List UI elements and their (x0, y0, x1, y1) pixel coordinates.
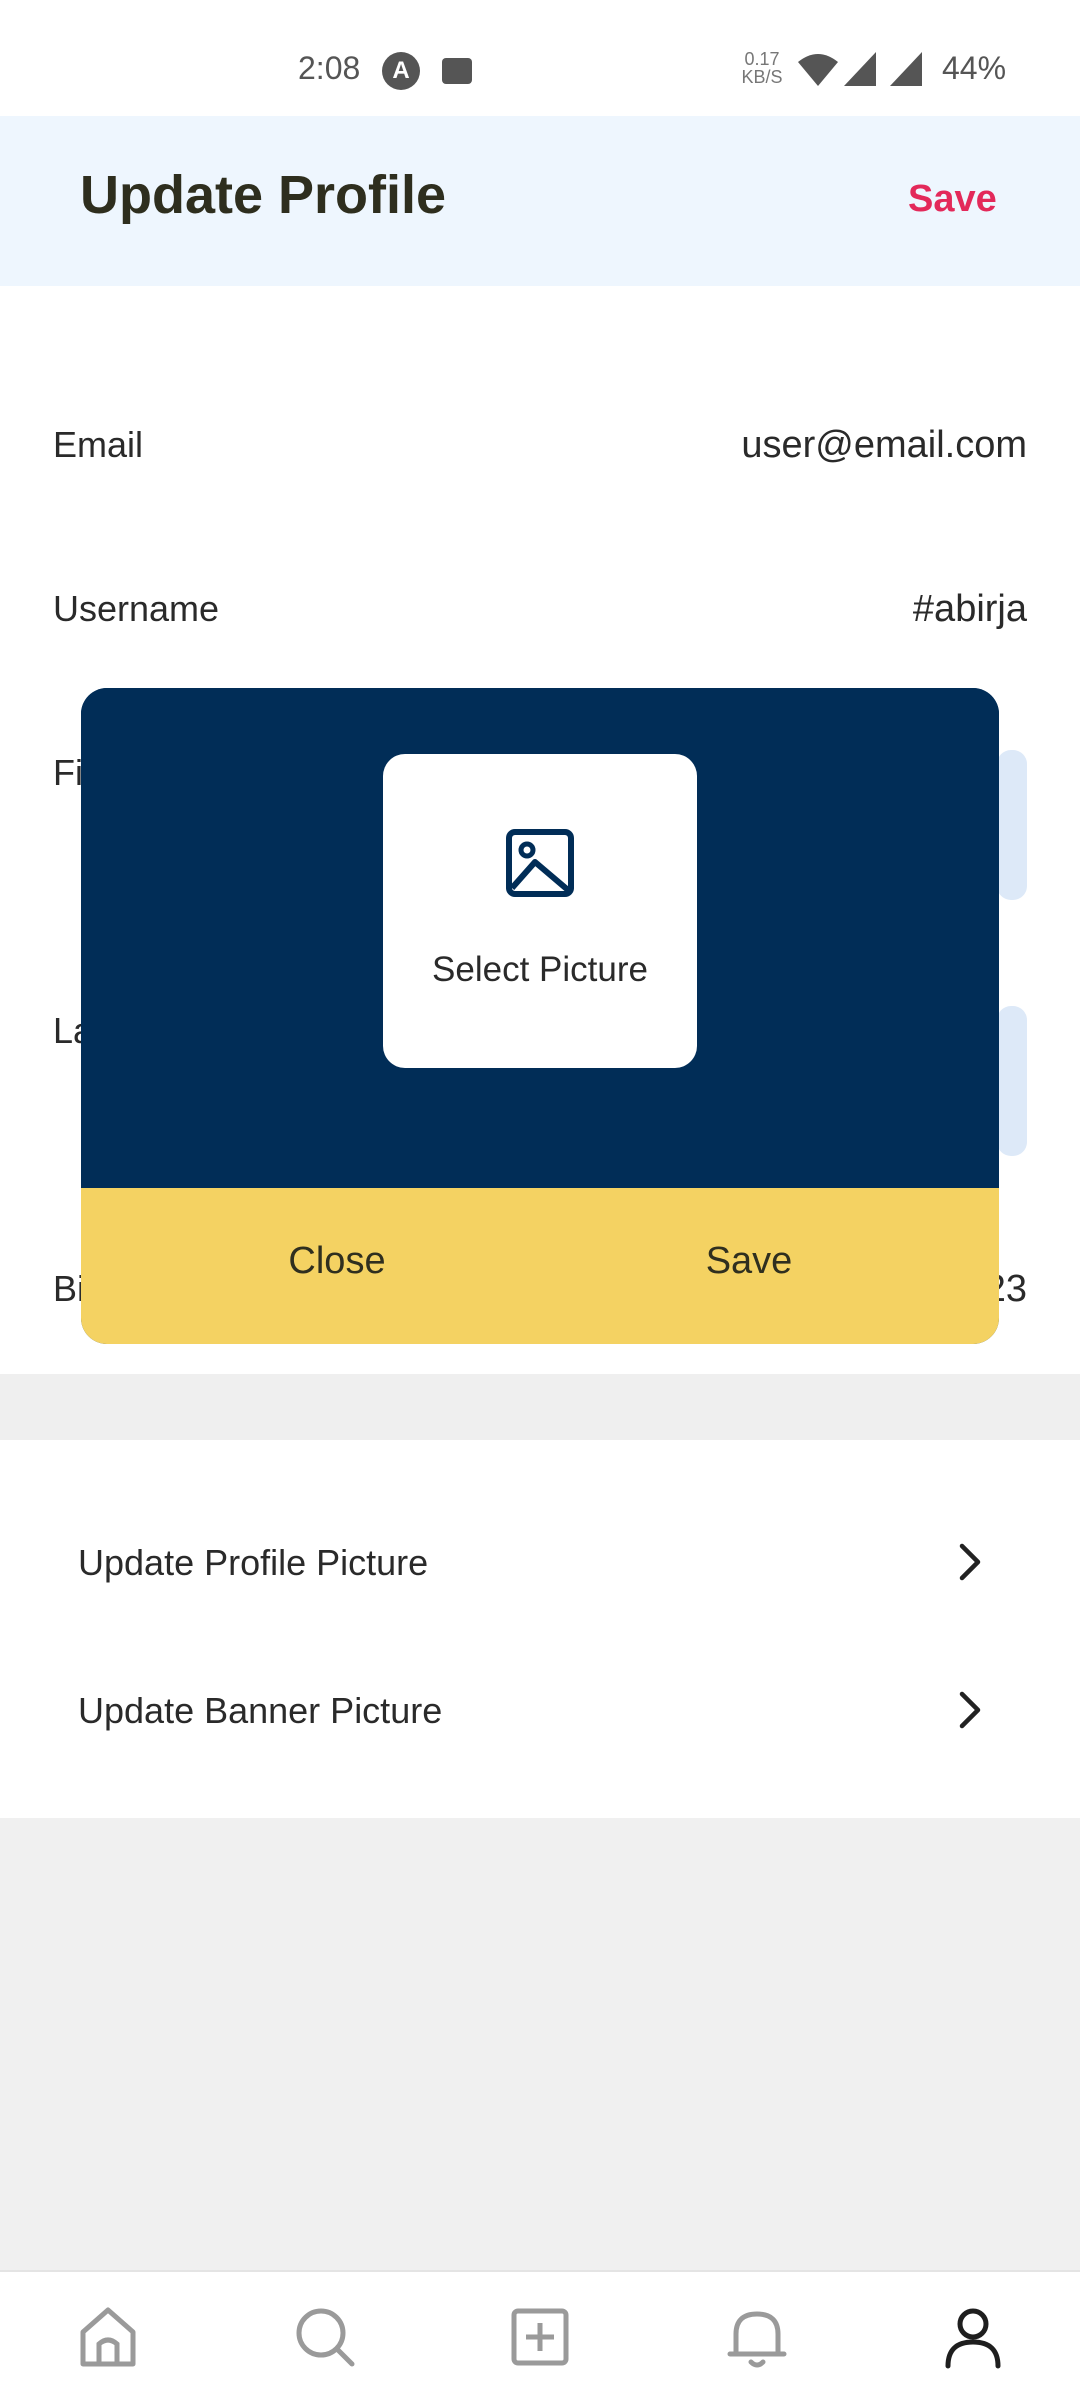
username-value: #abirja (912, 588, 1027, 630)
empty-area (0, 1818, 1080, 2270)
status-bar: 2:08 A 0.17 KB/S 44% (0, 0, 1080, 116)
app-header: Update Profile Save (0, 116, 1080, 286)
section-divider (0, 1374, 1080, 1440)
image-icon (506, 829, 574, 897)
modal-save-button[interactable]: Save (639, 1240, 859, 1283)
network-speed-unit: KB/S (741, 67, 783, 87)
first-name-label: Fi (53, 752, 83, 793)
search-icon (296, 2308, 355, 2367)
nav-add[interactable] (505, 2302, 575, 2372)
username-label: Username (53, 588, 220, 629)
modal-panel: Select Picture (81, 688, 999, 1188)
page-title: Update Profile (80, 165, 447, 225)
update-banner-picture-label: Update Banner Picture (78, 1690, 443, 1731)
profile-icon (945, 2308, 1001, 2369)
email-label: Email (53, 424, 144, 465)
battery-level: 44% (942, 50, 1007, 86)
nav-search[interactable] (290, 2302, 360, 2372)
update-profile-picture-label: Update Profile Picture (78, 1542, 429, 1583)
a-icon: A (382, 52, 420, 90)
signal-icon-2 (890, 52, 922, 86)
network-speed-value: 0.17 (744, 49, 780, 69)
modal-actions: Close Save (81, 1188, 999, 1344)
modal-close-button[interactable]: Close (227, 1240, 447, 1283)
nav-home[interactable] (73, 2302, 143, 2372)
bell-icon (727, 2311, 787, 2368)
bottom-navigation (0, 2270, 1080, 2402)
last-name-input[interactable] (997, 1006, 1027, 1156)
nav-notifications[interactable] (722, 2302, 792, 2372)
update-banner-picture-link[interactable]: Update Banner Picture (0, 1640, 1080, 1788)
chevron-right-icon (959, 1691, 981, 1729)
select-picture-label: Select Picture (432, 950, 648, 989)
home-icon (80, 2307, 136, 2367)
select-picture-button[interactable]: Select Picture (383, 754, 697, 1068)
email-value: user@email.com (741, 424, 1027, 466)
update-profile-picture-link[interactable]: Update Profile Picture (0, 1492, 1080, 1640)
header-save-button[interactable]: Save (908, 178, 997, 221)
wifi-icon (798, 54, 838, 86)
status-time: 2:08 (298, 50, 361, 86)
image-icon (442, 58, 472, 84)
nav-profile[interactable] (938, 2302, 1008, 2372)
chevron-right-icon (959, 1543, 981, 1581)
network-speed: 0.17 KB/S (740, 50, 784, 86)
add-icon (511, 2308, 569, 2366)
picture-links: Update Profile Picture Update Banner Pic… (0, 1440, 1080, 1820)
select-picture-modal: Select Picture Close Save (81, 688, 999, 1344)
signal-icon (844, 52, 876, 86)
first-name-input[interactable] (997, 750, 1027, 900)
